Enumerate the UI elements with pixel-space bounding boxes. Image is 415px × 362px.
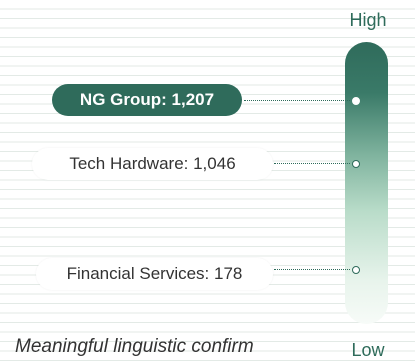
label-pill-ng-group: NG Group: 1,207 — [52, 84, 242, 116]
label-pill-tech-hardware: Tech Hardware: 1,046 — [32, 148, 273, 180]
leader-line-financial-services — [274, 269, 350, 270]
label-pill-financial-services: Financial Services: 178 — [36, 258, 273, 290]
gradient-scale-bar — [345, 42, 388, 324]
leader-line-tech-hardware — [274, 163, 350, 164]
marker-financial-services — [352, 266, 360, 274]
marker-ng-group — [352, 97, 360, 105]
scale-low-label: Low — [351, 340, 385, 360]
marker-tech-hardware — [352, 160, 360, 168]
scale-high-label: High — [349, 10, 387, 30]
caption-text: Meaningful linguistic confirm — [15, 336, 254, 357]
leader-line-ng-group — [244, 100, 350, 101]
